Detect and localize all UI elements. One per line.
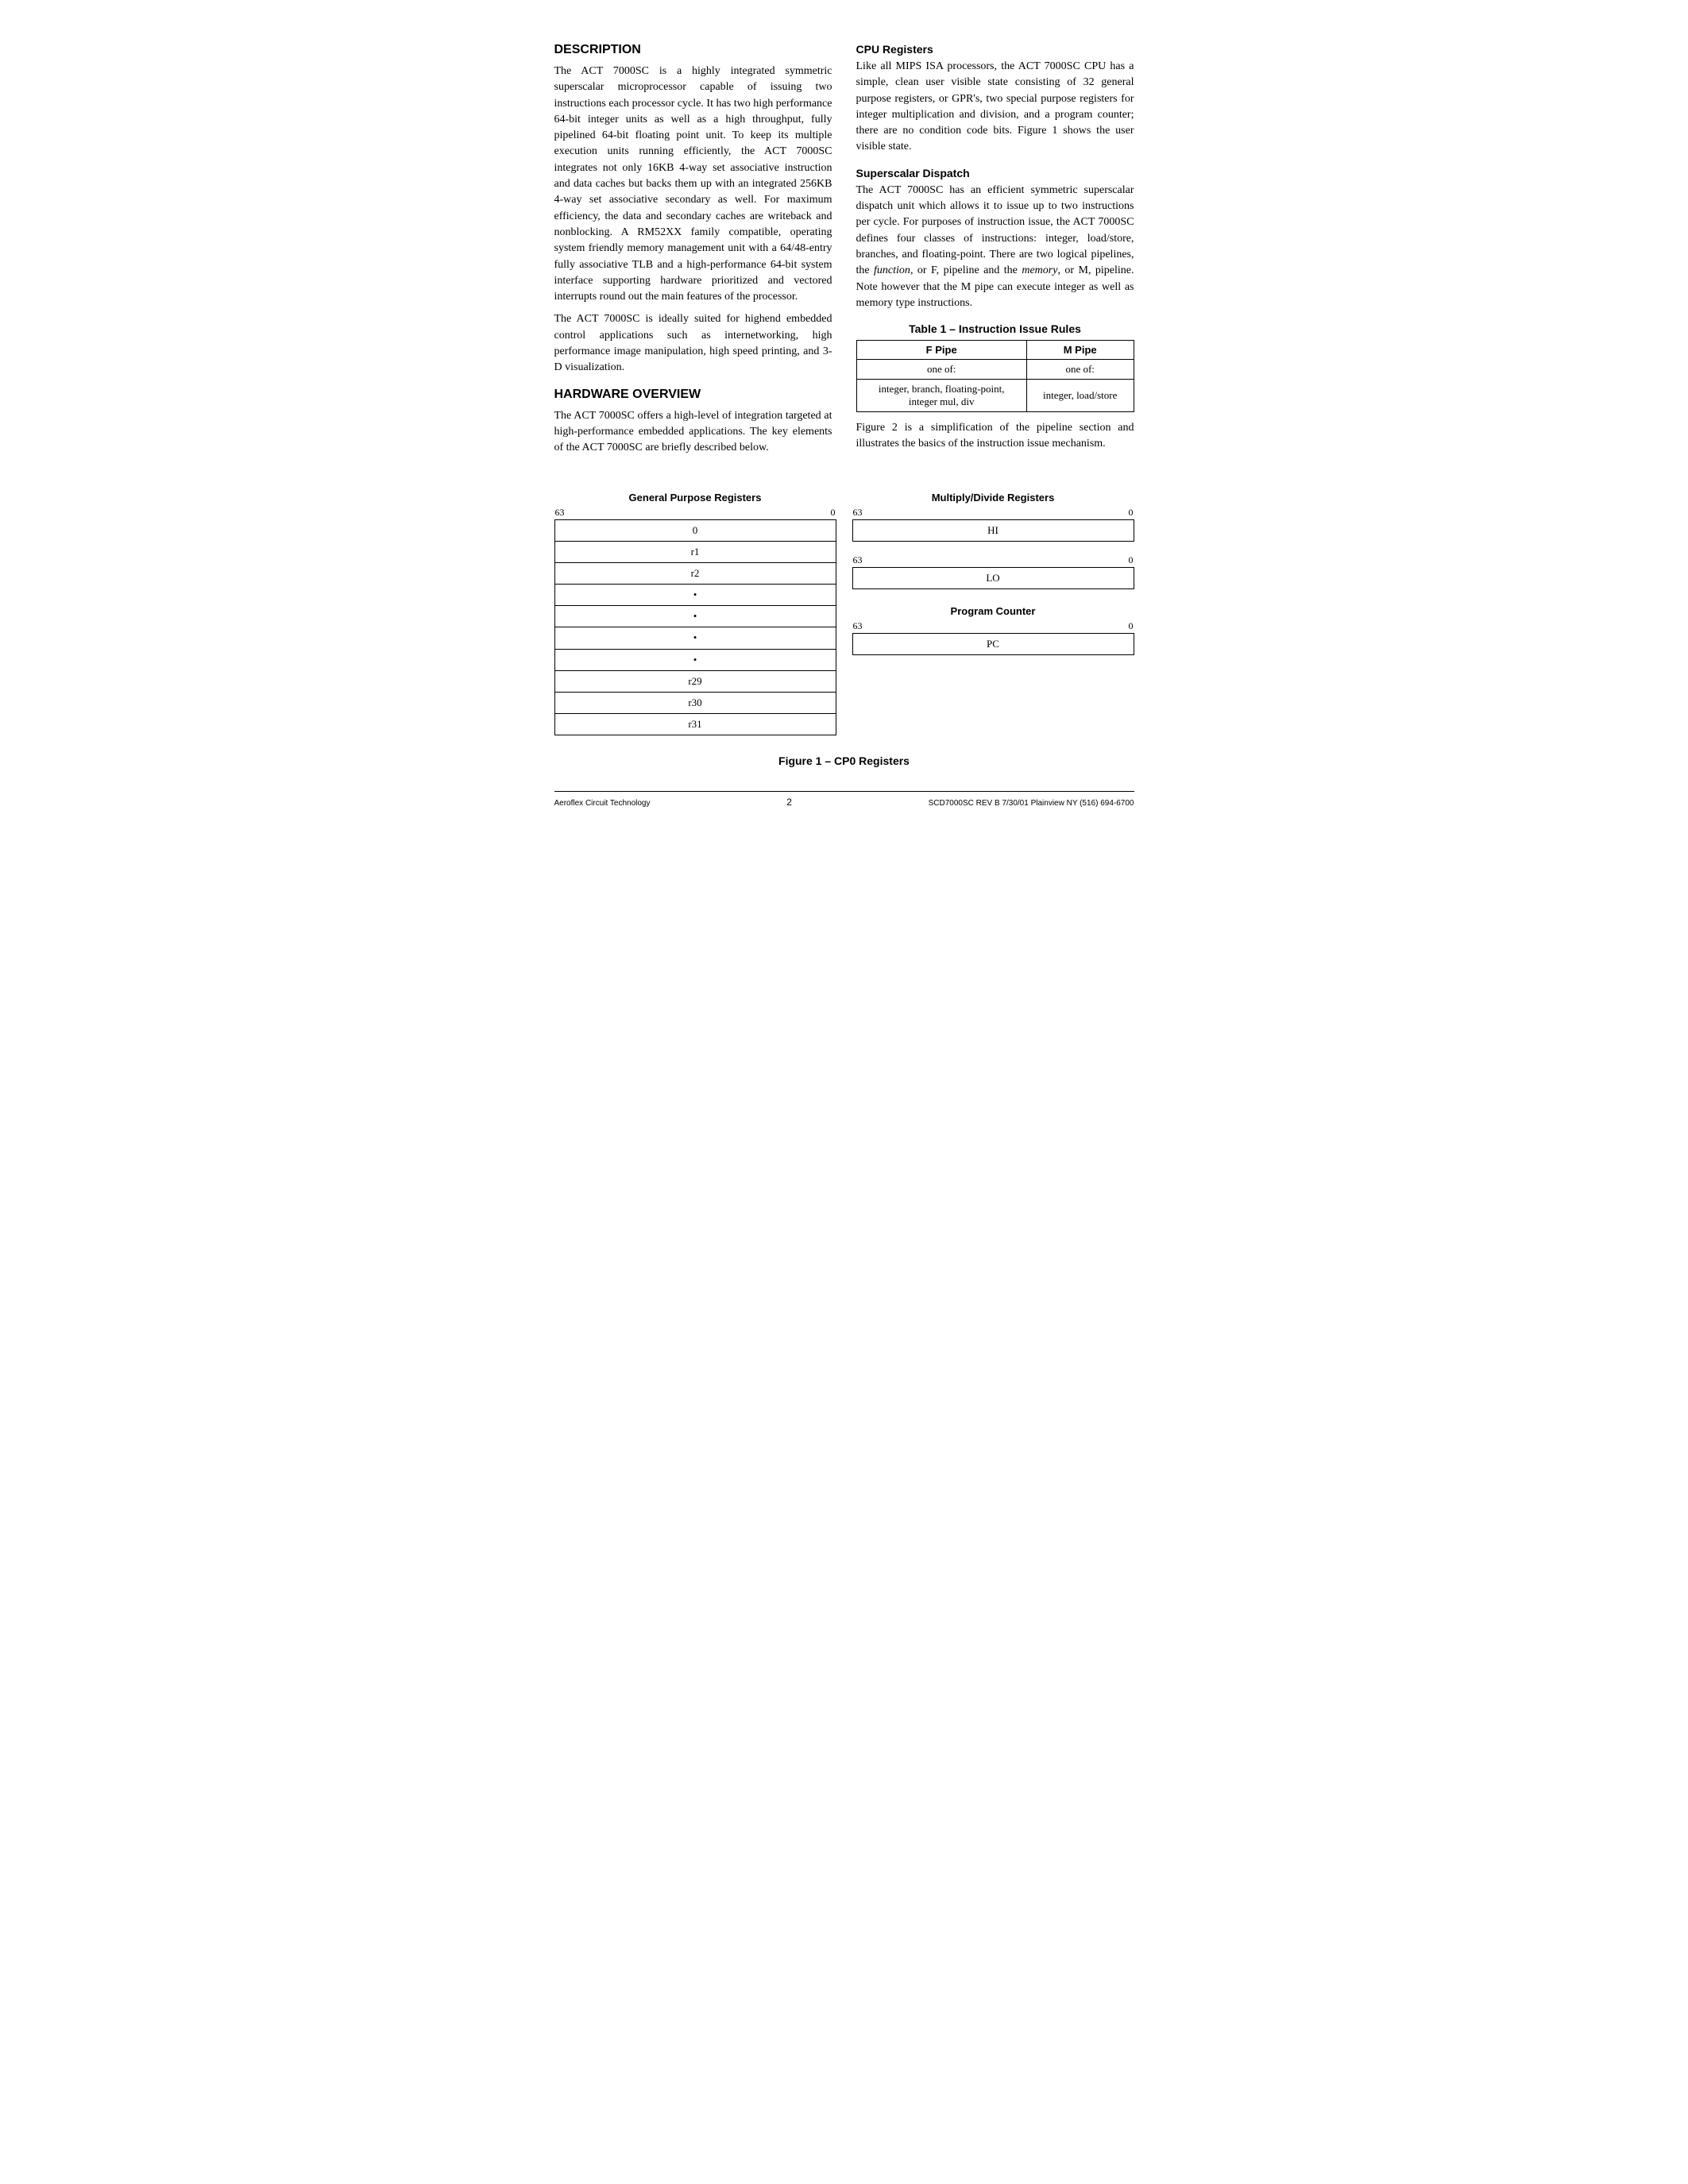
table-cell-mpipe-oneof: one of: [1026,360,1134,380]
page: DESCRIPTION The ACT 7000SC is a highly i… [554,32,1134,808]
gpr-row-r30: r30 [554,693,836,714]
footer-left: Aeroflex Circuit Technology [554,799,651,808]
lo-bit-low: 0 [1129,554,1134,566]
right-column: CPU Registers Like all MIPS ISA processo… [856,32,1134,468]
footer-right: SCD7000SC REV B 7/30/01 Plainview NY (51… [929,799,1134,808]
right-registers: Multiply/Divide Registers 63 0 HI 63 0 L… [852,492,1134,656]
cpu-registers-section: CPU Registers Like all MIPS ISA processo… [856,43,1134,156]
table-title: Table 1 – Instruction Issue Rules [856,322,1134,335]
figure-caption: Figure 1 – CP0 Registers [554,754,1134,767]
table-cell-mpipe-instructions: integer, load/store [1026,380,1134,412]
left-column: DESCRIPTION The ACT 7000SC is a highly i… [554,32,832,468]
gpr-bit-high: 63 [555,507,565,519]
hardware-overview-title: HARDWARE OVERVIEW [554,388,832,402]
hi-row: HI [852,519,1134,542]
lo-bit-high: 63 [853,554,863,566]
pc-section: Program Counter 63 0 PC [852,605,1134,655]
gpr-row-r29: r29 [554,671,836,693]
table-header-fpipe: F Pipe [856,341,1026,360]
hardware-overview-section: HARDWARE OVERVIEW The ACT 7000SC offers … [554,388,832,457]
pc-bit-high: 63 [853,620,863,632]
footer-company: Aeroflex Circuit Technology [554,799,651,808]
gpr-row-r2: r2 [554,563,836,585]
pc-bit-low: 0 [1129,620,1134,632]
gpr-row-dot4: • [554,650,836,671]
gpr-bit-labels: 63 0 [554,507,836,519]
gpr-row-r1: r1 [554,542,836,563]
gpr-row-dot3: • [554,627,836,649]
superscalar-para-1: The ACT 7000SC has an efficient symmetri… [856,183,1134,311]
hi-register-group: 63 0 HI [852,507,1134,542]
pc-row: PC [852,633,1134,655]
mdr-title: Multiply/Divide Registers [852,492,1134,504]
cpu-registers-para-1: Like all MIPS ISA processors, the ACT 70… [856,59,1134,156]
gpr-title: General Purpose Registers [554,492,836,504]
lo-bit-labels: 63 0 [852,554,1134,566]
two-column-layout: DESCRIPTION The ACT 7000SC is a highly i… [554,32,1134,468]
description-para-1: The ACT 7000SC is a highly integrated sy… [554,64,832,305]
hardware-overview-para-1: The ACT 7000SC offers a high-level of in… [554,408,832,457]
gpr-group: General Purpose Registers 63 0 0 r1 r2 •… [554,492,836,736]
hi-bit-high: 63 [853,507,863,519]
pc-bit-labels: 63 0 [852,620,1134,632]
description-section: DESCRIPTION The ACT 7000SC is a highly i… [554,43,832,376]
table-cell-fpipe-instructions: integer, branch, floating-point,integer … [856,380,1026,412]
instruction-issue-table: F Pipe M Pipe one of: one of: integer, b… [856,340,1134,412]
description-title: DESCRIPTION [554,43,832,57]
hi-bit-labels: 63 0 [852,507,1134,519]
cpu-registers-title: CPU Registers [856,43,1134,56]
hi-bit-low: 0 [1129,507,1134,519]
figure-area: General Purpose Registers 63 0 0 r1 r2 •… [554,492,1134,736]
footer: Aeroflex Circuit Technology 2 SCD7000SC … [554,791,1134,808]
gpr-row-dot2: • [554,606,836,627]
figure-note: Figure 2 is a simplification of the pipe… [856,420,1134,453]
lo-row: LO [852,567,1134,589]
table-cell-fpipe-oneof: one of: [856,360,1026,380]
table-header-mpipe: M Pipe [1026,341,1134,360]
footer-page-number: 2 [786,797,792,808]
gpr-row-0: 0 [554,519,836,542]
pc-title: Program Counter [852,605,1134,617]
lo-register-group: 63 0 LO [852,554,1134,589]
table-row: integer, branch, floating-point,integer … [856,380,1134,412]
table-row: one of: one of: [856,360,1134,380]
gpr-row-r31: r31 [554,714,836,735]
superscalar-section: Superscalar Dispatch The ACT 7000SC has … [856,167,1134,311]
description-para-2: The ACT 7000SC is ideally suited for hig… [554,311,832,376]
superscalar-title: Superscalar Dispatch [856,167,1134,179]
gpr-row-dot1: • [554,585,836,606]
gpr-bit-low: 0 [831,507,836,519]
